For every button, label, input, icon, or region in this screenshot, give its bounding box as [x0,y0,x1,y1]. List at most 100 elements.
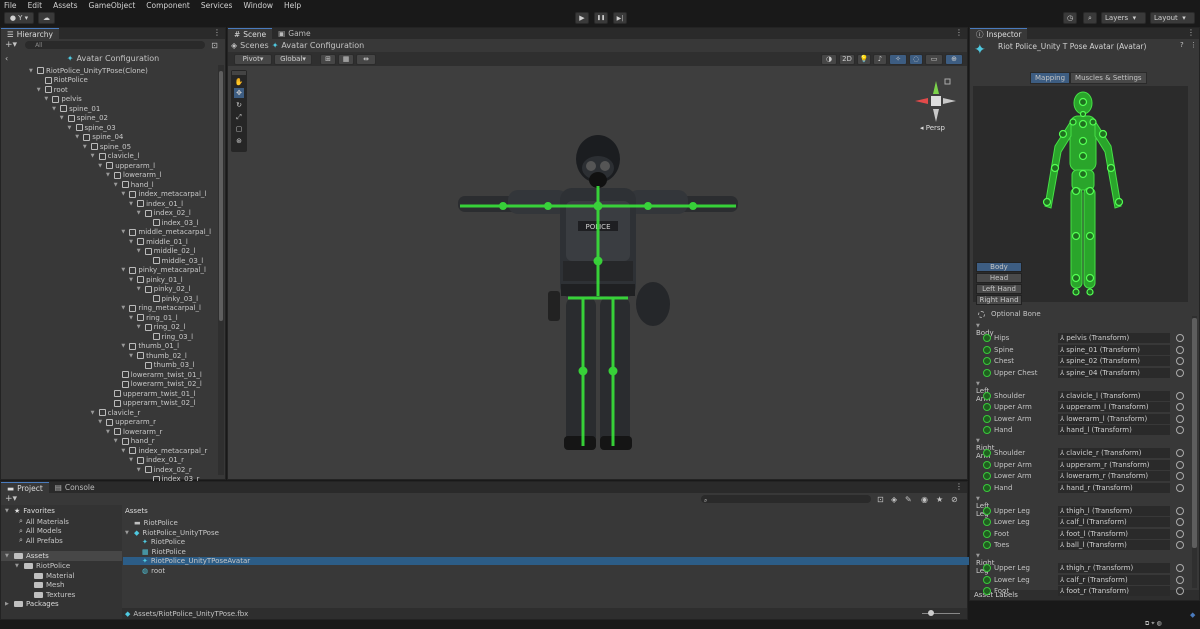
expand-arrow-icon[interactable]: ▼ [98,419,104,425]
hidden-objects-icon[interactable]: ◌ [909,53,923,65]
bone-transform-field[interactable]: ⅄ spine_01 (Transform) [1058,344,1170,355]
hierarchy-item[interactable]: ▼ clavicle_r [91,408,141,418]
expand-arrow-icon[interactable]: ▼ [129,277,135,283]
hierarchy-item[interactable]: ▼ upperarm_l [98,161,155,171]
expand-arrow-icon[interactable]: ▼ [121,229,127,235]
bone-transform-field[interactable]: ⅄ hand_l (Transform) [1058,425,1170,435]
hierarchy-item[interactable]: pinky_03_l [145,294,198,304]
search-by-type-icon[interactable]: ⊡ [877,495,884,504]
hierarchy-item[interactable]: RiotPolice [37,76,88,86]
object-picker-icon[interactable] [1176,449,1184,457]
history-button[interactable]: ◷ [1063,12,1077,24]
scale-tool-icon[interactable]: ⤢ [234,112,244,122]
breadcrumb-scenes[interactable]: Scenes [240,41,269,50]
object-picker-icon[interactable] [1176,460,1184,469]
tab-inspector[interactable]: ⓘ Inspector [970,28,1028,39]
hierarchy-item[interactable]: ▼ spine_02 [60,114,108,124]
scrollbar-thumb[interactable] [219,71,223,321]
more-menu-icon[interactable]: ⋮ [951,28,967,39]
bone-transform-field[interactable]: ⅄ calf_r (Transform) [1058,574,1170,585]
expand-arrow-icon[interactable]: ▼ [129,315,135,321]
search-button[interactable]: ⌕ [1083,12,1097,24]
transform-tool-icon[interactable]: ⊛ [234,136,244,146]
layers-dropdown[interactable]: Layers ▾ [1101,12,1146,24]
project-file-item[interactable]: ✦ RiotPolice [133,538,185,546]
body-part-button-left-hand[interactable]: Left Hand [976,284,1022,294]
draw-mode-icon[interactable]: ◑ [821,53,837,65]
favorite-item[interactable]: ⌕ All Models [19,527,62,536]
create-button[interactable]: +▾ [5,494,17,504]
expand-arrow-icon[interactable]: ▼ [29,68,35,74]
hierarchy-item[interactable]: ▼ hand_l [114,180,154,190]
tab-hierarchy[interactable]: ☰ Hierarchy [1,28,59,39]
menu-services[interactable]: Services [201,1,233,10]
star-icon[interactable]: ★ [936,495,943,504]
object-picker-icon[interactable] [1176,414,1184,423]
toggle-2d-button[interactable]: 2D [839,53,855,65]
breadcrumb-current[interactable]: Avatar Configuration [281,41,364,50]
menu-assets[interactable]: Assets [53,1,77,10]
bone-transform-field[interactable]: ⅄ clavicle_r (Transform) [1058,448,1170,458]
search-by-label-icon[interactable]: ◈ [891,495,897,504]
object-picker-icon[interactable] [1176,575,1184,584]
bone-transform-field[interactable]: ⅄ lowerarm_r (Transform) [1058,471,1170,481]
projection-label[interactable]: ◂ Persp [920,124,945,132]
back-arrow-icon[interactable]: ‹ [5,54,8,63]
hierarchy-item[interactable]: upperarm_twist_02_l [106,399,196,409]
bone-transform-field[interactable]: ⅄ spine_02 (Transform) [1058,356,1170,366]
zoom-slider[interactable] [922,610,960,616]
expand-arrow-icon[interactable]: ▼ [137,210,143,216]
play-button[interactable]: ▶ [575,12,589,24]
palette-grip[interactable] [232,71,246,75]
camera-settings-icon[interactable]: ▭ [925,53,943,65]
menu-help[interactable]: Help [284,1,301,10]
help-icon[interactable]: ? [1180,41,1184,49]
grid-snap-icon[interactable]: ⊞ [320,53,336,65]
layout-dropdown[interactable]: Layout ▾ [1150,12,1195,24]
hierarchy-item[interactable]: ▼ pinky_metacarpal_l [121,266,206,276]
bone-transform-field[interactable]: ⅄ thigh_l (Transform) [1058,505,1170,516]
hierarchy-item[interactable]: ▼ pinky_02_l [137,285,191,295]
rotate-tool-icon[interactable]: ↻ [234,100,244,110]
expand-arrow-icon[interactable]: ▼ [129,201,135,207]
hierarchy-item[interactable]: ▼ ring_01_l [129,313,178,323]
scene-viewport[interactable]: ✋ ✥ ↻ ⤢ ▢ ⊛ ◂ Persp [228,66,967,479]
expand-arrow-icon[interactable]: ▼ [60,115,66,121]
asset-folder[interactable]: Material [25,572,74,580]
hierarchy-item[interactable]: ▼ lowerarm_r [106,427,162,437]
object-picker-icon[interactable] [1176,345,1184,354]
expand-arrow-icon[interactable]: ▼ [121,191,127,197]
bone-transform-field[interactable]: ⅄ upperarm_r (Transform) [1058,459,1170,470]
expand-arrow-icon[interactable]: ▼ [114,182,120,188]
hierarchy-item[interactable]: ▼ clavicle_l [91,152,140,162]
project-breadcrumb[interactable]: Assets [125,507,148,515]
hierarchy-item[interactable]: ▼ index_02_r [137,465,192,475]
object-picker-icon[interactable] [1176,529,1184,538]
effects-icon[interactable]: ✧ [889,53,907,65]
menu-window[interactable]: Window [243,1,273,10]
expand-arrow-icon[interactable]: ▼ [129,239,135,245]
asset-folder[interactable]: Textures [25,591,75,599]
tab-mapping[interactable]: Mapping [1030,72,1071,84]
expand-arrow-icon[interactable]: ▼ [121,448,127,454]
project-search-input[interactable]: ⌕ [701,495,871,504]
favorite-item[interactable]: ⌕ All Prefabs [19,536,63,545]
settings-kebab-icon[interactable]: ⋮ [1190,41,1197,49]
account-dropdown[interactable]: ● Y ▾ [4,12,34,24]
bone-transform-field[interactable]: ⅄ calf_l (Transform) [1058,517,1170,527]
bone-transform-field[interactable]: ⅄ pelvis (Transform) [1058,333,1170,343]
expand-arrow-icon[interactable]: ▼ [121,267,127,273]
favorites-header[interactable]: ▼ ★ Favorites [5,507,55,515]
expand-arrow-icon[interactable]: ▼ [106,172,112,178]
body-part-button-body[interactable]: Body [976,262,1022,272]
zoom-slider-thumb[interactable] [928,610,934,616]
hierarchy-item[interactable]: ▼ index_metacarpal_r [121,446,207,456]
hierarchy-scrollbar[interactable] [218,65,224,475]
expand-arrow-icon[interactable]: ▼ [68,125,74,131]
hierarchy-item[interactable]: ▼ middle_02_l [137,247,196,257]
asset-folder[interactable]: Mesh [25,581,64,589]
bone-transform-field[interactable]: ⅄ lowerarm_l (Transform) [1058,413,1170,424]
hierarchy-item[interactable]: ▼ spine_01 [52,104,100,114]
assets-root[interactable]: ▼ Assets [1,551,122,561]
riot-police-model[interactable]: POLICE [448,126,778,466]
